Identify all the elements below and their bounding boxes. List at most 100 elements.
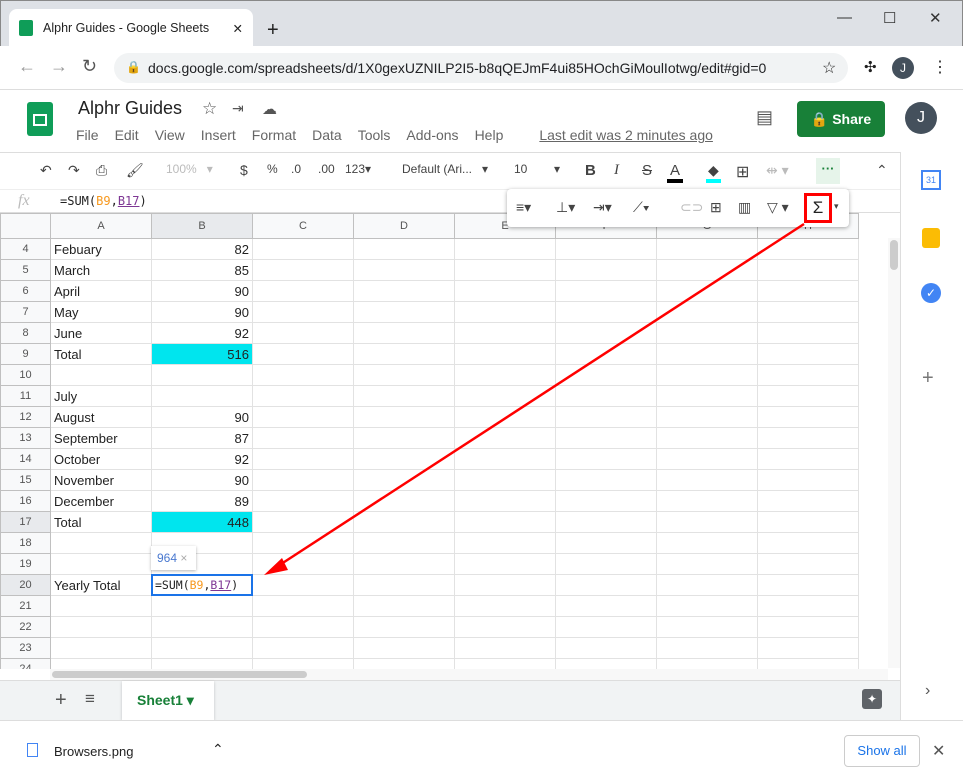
cell-b[interactable]: 448 [151, 511, 253, 533]
cell[interactable] [353, 469, 455, 491]
cell[interactable] [454, 259, 556, 281]
cell[interactable] [353, 658, 455, 669]
cell[interactable] [353, 532, 455, 554]
percent-button[interactable]: % [267, 162, 278, 176]
cell[interactable] [252, 364, 354, 386]
cell[interactable] [656, 616, 758, 638]
maximize-icon[interactable]: ☐ [883, 9, 896, 27]
cell[interactable] [353, 280, 455, 302]
all-sheets-icon[interactable]: ≡ [85, 689, 95, 709]
cell-b[interactable]: 516 [151, 343, 253, 365]
close-download-bar-icon[interactable]: ✕ [932, 741, 945, 761]
cell[interactable] [454, 343, 556, 365]
cell[interactable] [656, 658, 758, 669]
cell-a[interactable] [50, 637, 152, 659]
cell-a[interactable]: April [50, 280, 152, 302]
cell[interactable] [454, 595, 556, 617]
explore-icon[interactable]: ✦ [862, 689, 882, 709]
extensions-icon[interactable]: ✣ [864, 58, 877, 76]
cell-a[interactable]: Total [50, 343, 152, 365]
row-header[interactable]: 7 [0, 301, 51, 323]
row-header[interactable]: 24 [0, 658, 51, 669]
insert-comment-icon[interactable]: ⊞ [710, 199, 722, 216]
menu-edit[interactable]: Edit [115, 127, 139, 143]
cell[interactable] [555, 469, 657, 491]
row-header[interactable]: 19 [0, 553, 51, 575]
add-addon-icon[interactable]: + [922, 367, 934, 390]
cell[interactable] [656, 490, 758, 512]
cell-a[interactable]: Total [50, 511, 152, 533]
horizontal-scrollbar[interactable] [50, 669, 888, 680]
cell-a[interactable]: July [50, 385, 152, 407]
row-header[interactable]: 9 [0, 343, 51, 365]
cell-a[interactable] [50, 658, 152, 669]
last-edit-link[interactable]: Last edit was 2 minutes ago [539, 127, 713, 143]
font-size-select[interactable]: 10 ▾ [514, 162, 560, 176]
cell[interactable] [454, 385, 556, 407]
cell[interactable] [353, 259, 455, 281]
select-all-corner[interactable] [0, 213, 51, 239]
vertical-scrollbar[interactable] [888, 238, 900, 668]
close-tab-icon[interactable]: ✕ [233, 21, 243, 36]
text-wrap-icon[interactable]: ⇥▾ [593, 199, 612, 216]
cell[interactable] [252, 595, 354, 617]
cell-a[interactable] [50, 616, 152, 638]
row-header[interactable]: 5 [0, 259, 51, 281]
cell-a[interactable] [50, 364, 152, 386]
cell[interactable] [252, 301, 354, 323]
cell-a[interactable]: May [50, 301, 152, 323]
cell[interactable] [454, 322, 556, 344]
cell[interactable] [454, 616, 556, 638]
cell-b[interactable] [151, 658, 253, 669]
cell[interactable] [555, 301, 657, 323]
cell-b[interactable] [151, 637, 253, 659]
cell-a[interactable] [50, 532, 152, 554]
new-tab-button[interactable]: + [267, 19, 279, 42]
cell[interactable] [555, 322, 657, 344]
cell[interactable] [757, 427, 859, 449]
cell[interactable] [656, 406, 758, 428]
row-header[interactable]: 23 [0, 637, 51, 659]
tooltip-close-icon[interactable]: × [180, 551, 187, 565]
row-header[interactable]: 16 [0, 490, 51, 512]
keep-icon[interactable] [922, 228, 940, 248]
row-header[interactable]: 6 [0, 280, 51, 302]
borders-icon[interactable]: ⊞ [736, 162, 749, 182]
menu-help[interactable]: Help [475, 127, 504, 143]
cell[interactable] [555, 490, 657, 512]
cell[interactable] [555, 406, 657, 428]
cell[interactable] [656, 238, 758, 260]
cell[interactable] [656, 343, 758, 365]
cell[interactable] [353, 595, 455, 617]
download-file-name[interactable]: Browsers.png [54, 744, 133, 759]
cell-a[interactable]: November [50, 469, 152, 491]
print-icon[interactable]: ⎙ [96, 162, 107, 179]
cell[interactable] [252, 259, 354, 281]
add-sheet-icon[interactable]: + [55, 689, 67, 712]
cell-b[interactable]: 90 [151, 406, 253, 428]
cell[interactable] [454, 469, 556, 491]
column-header-c[interactable]: C [252, 213, 354, 239]
row-header[interactable]: 12 [0, 406, 51, 428]
cell-b[interactable]: 90 [151, 301, 253, 323]
minimize-icon[interactable]: — [837, 9, 852, 26]
menu-tools[interactable]: Tools [358, 127, 391, 143]
cell[interactable] [454, 301, 556, 323]
cell[interactable] [555, 637, 657, 659]
cell-a[interactable]: August [50, 406, 152, 428]
vertical-align-icon[interactable]: ⊥▾ [556, 199, 575, 216]
cell[interactable] [353, 343, 455, 365]
forward-icon[interactable]: → [50, 56, 68, 77]
row-header[interactable]: 13 [0, 427, 51, 449]
cell[interactable] [555, 595, 657, 617]
cell[interactable] [353, 238, 455, 260]
spreadsheet-grid[interactable]: ABCDEFGH4Febuary825March856April907May90… [0, 213, 888, 669]
cell[interactable] [757, 532, 859, 554]
cell[interactable] [757, 343, 859, 365]
cell[interactable] [656, 322, 758, 344]
menu-data[interactable]: Data [312, 127, 342, 143]
comments-icon[interactable]: ▤ [756, 107, 773, 128]
cell[interactable] [353, 427, 455, 449]
cell[interactable] [757, 658, 859, 669]
currency-button[interactable]: $ [240, 162, 248, 178]
